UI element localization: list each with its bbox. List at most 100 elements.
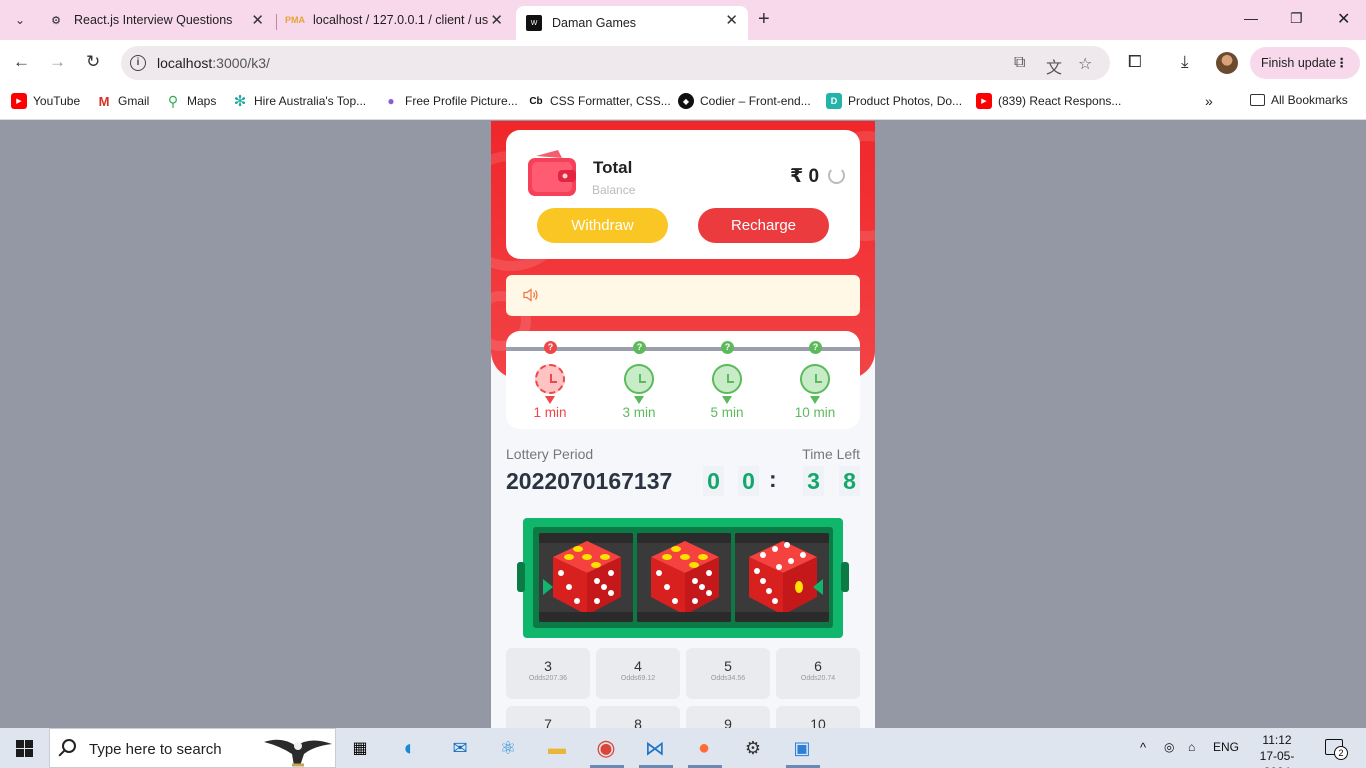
all-bookmarks[interactable]: All Bookmarks (1250, 93, 1348, 107)
asterisk-logo-icon: ✻ (233, 93, 247, 110)
minimize-icon[interactable]: — (1244, 10, 1258, 26)
clock-date: 17-05-2024 (1259, 749, 1295, 768)
sum-option-5[interactable]: 5 Odds34.56 (686, 648, 770, 699)
extensions-icon[interactable]: ⧠ (1128, 52, 1142, 72)
taskbar-search-box[interactable]: Type here to search (49, 728, 336, 768)
cb-logo-icon: Cb (529, 95, 543, 107)
withdraw-button[interactable]: Withdraw (537, 208, 668, 243)
taskbar-clock[interactable]: 11:12 17-05-2024 (1252, 732, 1302, 768)
timer-separator: : (769, 466, 777, 492)
forward-arrow-icon[interactable]: → (49, 52, 66, 72)
red-die-icon (553, 541, 621, 615)
time-option-10min[interactable]: ? 10 min (785, 341, 845, 425)
more-menu-icon[interactable]: ⋮ (1336, 47, 1349, 79)
mail-icon[interactable]: ✉ (446, 734, 474, 762)
vscode-icon[interactable]: ⋈ (641, 734, 669, 762)
sum-option-10[interactable]: 10 (776, 706, 860, 728)
profile-avatar[interactable] (1216, 52, 1238, 74)
maps-pin-icon: ⚲ (167, 92, 179, 109)
photos-icon[interactable]: ▣ (788, 734, 816, 762)
time-option-3min[interactable]: ? 3 min (609, 341, 669, 425)
tab-search-chevron-icon[interactable]: ⌄ (6, 6, 34, 34)
bookmark-hire-australia[interactable]: ✻ Hire Australia's Top... (232, 93, 366, 110)
task-view-icon[interactable]: ▦ (346, 734, 374, 762)
wallet-title: Total (593, 158, 633, 177)
network-icon[interactable]: ⌂ (1188, 740, 1195, 754)
bookmark-codier[interactable]: ◆ Codier – Front-end... (678, 93, 811, 109)
tab-react-interview[interactable]: ⚙ React.js Interview Questions ✕ (38, 6, 274, 34)
bookmark-product-photos[interactable]: D Product Photos, Do... (826, 93, 962, 109)
lottery-period-label: Lottery Period (506, 446, 594, 462)
site-info-icon[interactable]: i (130, 55, 146, 71)
sum-odds: Odds20.74 (800, 675, 836, 682)
product-photos-icon: D (826, 93, 842, 109)
bookmark-youtube[interactable]: ▶ YouTube (11, 93, 80, 109)
bookmark-free-profile[interactable]: ● Free Profile Picture... (383, 93, 518, 109)
help-question-icon: ? (809, 341, 822, 354)
electron-app-icon[interactable]: ⚛ (494, 734, 522, 762)
close-window-icon[interactable]: ✕ (1337, 9, 1350, 29)
download-icon[interactable]: ⤓ (1181, 52, 1189, 72)
wallet-card: Total Balance ₹ 0 Withdraw Recharge (506, 130, 860, 259)
recharge-button[interactable]: Recharge (698, 208, 829, 243)
bookmark-star-icon[interactable]: ☆ (1078, 54, 1092, 74)
address-bar[interactable]: i localhost:3000/k3/ ⧉ 文 ☆ (121, 46, 1110, 80)
dice-slot (735, 533, 829, 622)
sum-option-7[interactable]: 7 (506, 706, 590, 728)
sum-option-6[interactable]: 6 Odds20.74 (776, 648, 860, 699)
back-arrow-icon[interactable]: ← (13, 52, 30, 72)
sum-option-9[interactable]: 9 (686, 706, 770, 728)
dice-slot (637, 533, 731, 622)
bookmark-label: Free Profile Picture... (405, 94, 518, 108)
settings-gear-icon[interactable]: ⚙ (739, 734, 767, 762)
dice-slot (539, 533, 633, 622)
bookmark-css-formatter[interactable]: Cb CSS Formatter, CSS... (528, 93, 670, 109)
sum-option-4[interactable]: 4 Odds69.12 (596, 648, 680, 699)
bookmark-maps[interactable]: ⚲ Maps (165, 93, 216, 109)
close-tab-icon[interactable]: ✕ (251, 11, 264, 29)
sum-number: 10 (810, 716, 826, 728)
time-option-5min[interactable]: ? 5 min (697, 341, 757, 425)
close-tab-icon[interactable]: ✕ (490, 11, 503, 29)
chrome-icon[interactable]: ◉ (592, 734, 620, 762)
bookmark-label: (839) React Respons... (998, 94, 1122, 108)
open-in-app-icon[interactable]: ⧉ (1014, 54, 1025, 72)
slot-handle-right (841, 562, 849, 592)
language-indicator[interactable]: ENG (1213, 740, 1239, 754)
url-text[interactable]: localhost:3000/k3/ (157, 55, 270, 71)
more-bookmarks-chevron-icon[interactable]: » (1205, 93, 1213, 109)
finish-update-button[interactable]: Finish update ⋮ (1250, 47, 1360, 79)
meet-now-icon[interactable]: ◎ (1164, 740, 1174, 754)
close-tab-icon[interactable]: ✕ (725, 11, 738, 29)
slot-window (533, 527, 833, 628)
bookmark-gmail[interactable]: M Gmail (96, 93, 150, 109)
time-option-1min[interactable]: ? 1 min (520, 341, 580, 425)
postman-icon[interactable]: ● (690, 734, 718, 762)
sum-option-8[interactable]: 8 (596, 706, 680, 728)
phpmyadmin-favicon-icon: PMA (285, 15, 305, 25)
sum-odds: Odds34.56 (710, 675, 746, 682)
search-icon (62, 739, 76, 753)
tab-phpmyadmin[interactable]: PMA localhost / 127.0.0.1 / client / us … (277, 6, 513, 34)
sum-option-3[interactable]: 3 Odds207.36 (506, 648, 590, 699)
reload-icon[interactable]: ↻ (86, 52, 100, 72)
sum-odds: Odds69.12 (620, 675, 656, 682)
speaker-icon (523, 288, 538, 302)
gmail-icon: M (98, 93, 110, 109)
tab-daman-games[interactable]: W Daman Games ✕ (516, 6, 748, 40)
red-die-icon (651, 541, 719, 615)
edge-browser-icon[interactable]: ◐ (396, 734, 424, 762)
bookmark-react-responsive[interactable]: ▶ (839) React Respons... (976, 93, 1121, 109)
game-app: Total Balance ₹ 0 Withdraw Recharge ? 1 … (491, 121, 875, 728)
file-explorer-icon[interactable]: ▬ (543, 734, 571, 762)
refresh-balance-icon[interactable] (828, 167, 845, 184)
new-tab-plus-icon[interactable]: + (758, 8, 770, 31)
slot-pointer-right-icon (813, 579, 823, 595)
restore-icon[interactable]: ❐ (1290, 10, 1303, 27)
windows-start-icon[interactable] (16, 740, 33, 757)
tray-chevron-up-icon[interactable]: ^ (1140, 740, 1146, 755)
clock-icon (535, 364, 565, 394)
folder-icon (1250, 94, 1265, 106)
translate-icon[interactable]: 文 (1046, 54, 1062, 78)
timer-digit: 0 (703, 466, 724, 496)
